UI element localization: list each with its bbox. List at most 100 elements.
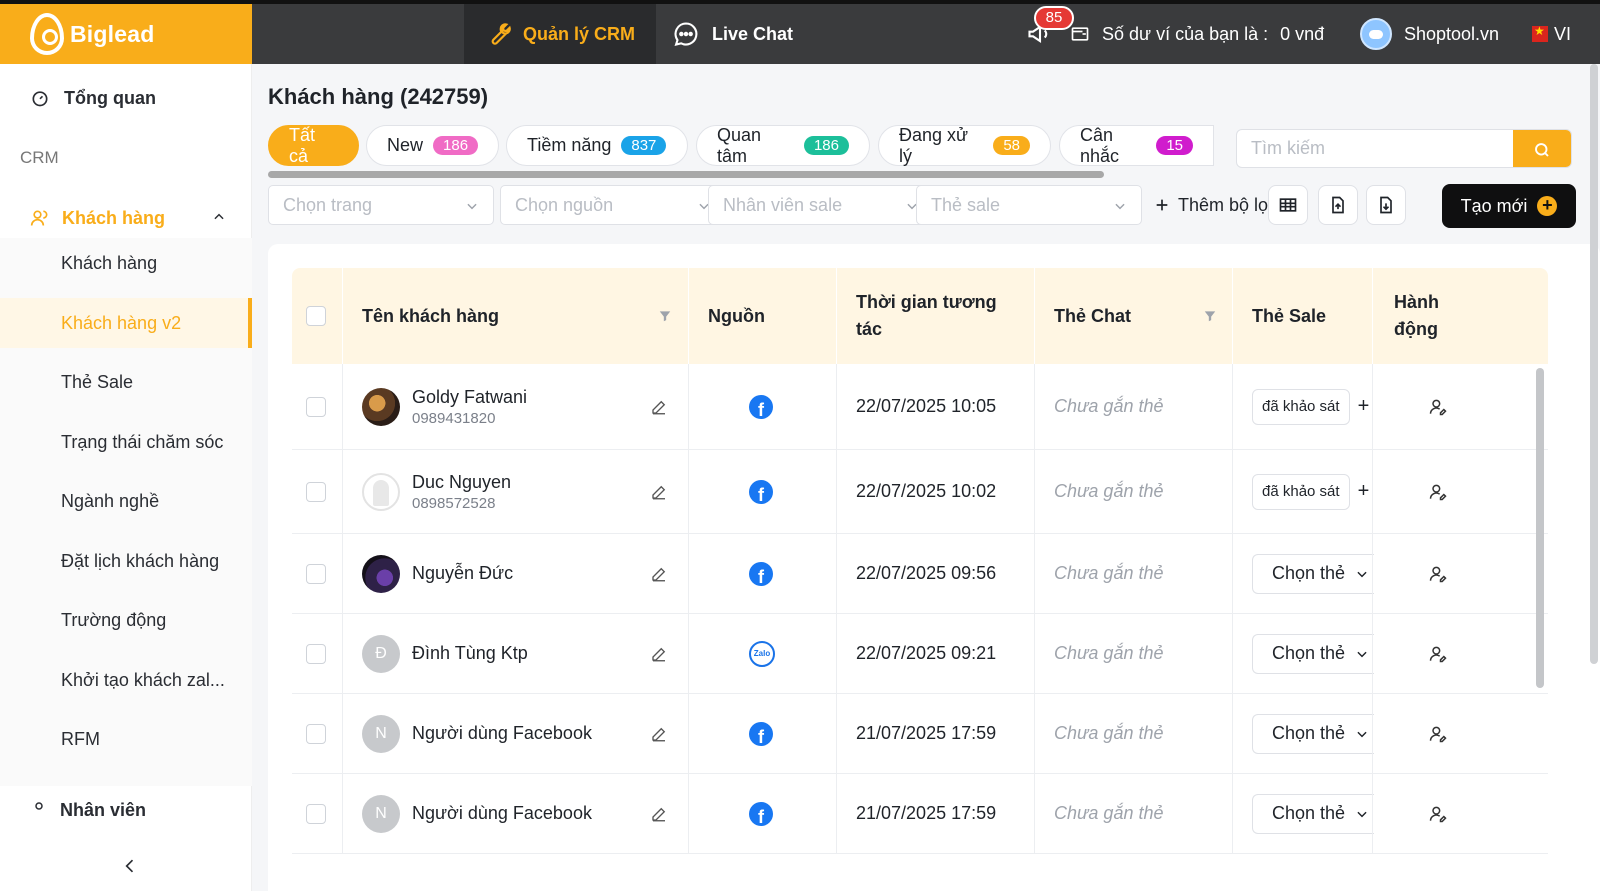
- facebook-icon: f: [749, 561, 773, 586]
- table-row[interactable]: N Người dùng Facebook f 21/07/2025 17:59 Chư…: [292, 774, 1548, 854]
- sidebar-item-truong-dong[interactable]: Trường động: [0, 595, 252, 645]
- sale-tag-dropdown[interactable]: Chọn thẻ: [1252, 793, 1374, 834]
- language-switcher[interactable]: VI: [1532, 4, 1571, 64]
- export-button[interactable]: [1366, 185, 1406, 225]
- sidebar-item-rfm[interactable]: RFM: [0, 714, 252, 764]
- sale-tag-dropdown[interactable]: Chọn thẻ: [1252, 713, 1374, 754]
- assign-user-icon[interactable]: [1428, 397, 1448, 417]
- tab-can-nhac[interactable]: Cân nhắc 15: [1059, 125, 1214, 166]
- header-interaction-time[interactable]: Thời gian tương tác: [856, 268, 1036, 364]
- sidebar-item-khach-hang[interactable]: Khách hàng: [0, 238, 252, 288]
- assign-user-icon[interactable]: [1428, 482, 1448, 502]
- row-checkbox[interactable]: [306, 723, 326, 744]
- sidebar-item-dat-lich[interactable]: Đặt lịch khách hàng: [0, 536, 252, 586]
- notification-badge: 85: [1034, 6, 1074, 30]
- header-name[interactable]: Tên khách hàng: [362, 268, 499, 364]
- sale-tag-value: Chọn thẻ: [1272, 643, 1346, 663]
- source-select[interactable]: Chọn nguồn: [500, 185, 726, 225]
- sale-tag-chip[interactable]: đã khảo sát: [1252, 388, 1350, 425]
- search-button[interactable]: [1513, 130, 1571, 167]
- assign-user-icon[interactable]: [1428, 644, 1448, 664]
- sidebar-item-nganh-nghe[interactable]: Ngành nghề: [0, 476, 252, 526]
- search-input[interactable]: [1237, 130, 1513, 167]
- sidebar-group-staff[interactable]: Nhân viên: [0, 792, 252, 818]
- row-checkbox[interactable]: [306, 803, 326, 824]
- sidebar-item-overview[interactable]: Tổng quan: [0, 78, 252, 118]
- edit-pencil-icon[interactable]: [650, 805, 668, 823]
- tab-crm[interactable]: Quản lý CRM: [464, 4, 656, 64]
- add-tag-icon[interactable]: +: [1358, 480, 1370, 503]
- tab-quan-tam[interactable]: Quan tâm 186: [696, 125, 870, 166]
- select-placeholder: Chọn trang: [283, 194, 373, 215]
- customer-name[interactable]: Duc Nguyen: [412, 472, 511, 493]
- edit-pencil-icon[interactable]: [650, 645, 668, 663]
- chevron-down-icon: [467, 203, 477, 210]
- facebook-icon-glyph: f: [758, 484, 764, 504]
- sidebar-item-khach-hang-v2[interactable]: Khách hàng v2: [0, 298, 252, 348]
- table-row[interactable]: Nguyễn Đức f 22/07/2025 09:56 Chưa gắn thẻ C…: [292, 534, 1548, 614]
- edit-pencil-icon[interactable]: [650, 398, 668, 416]
- tab-label: Tiềm năng: [527, 135, 612, 155]
- customer-name[interactable]: Người dùng Facebook: [412, 723, 592, 744]
- customer-name[interactable]: Người dùng Facebook: [412, 803, 592, 824]
- column-settings-button[interactable]: [1268, 185, 1308, 225]
- edit-pencil-icon[interactable]: [650, 483, 668, 501]
- page-select[interactable]: Chọn trang: [268, 185, 494, 225]
- edit-pencil-icon[interactable]: [650, 565, 668, 583]
- collapse-sidebar-icon[interactable]: [120, 856, 140, 876]
- sale-tag-chip[interactable]: đã khảo sát: [1252, 473, 1350, 510]
- facebook-icon-glyph: f: [758, 399, 764, 419]
- account-menu[interactable]: Shoptool.vn: [1360, 4, 1499, 64]
- sidebar-submenu: Khách hàng Khách hàng v2 Thẻ Sale Trạng …: [0, 238, 252, 786]
- interaction-time: 22/07/2025 10:05: [856, 396, 997, 416]
- select-all-checkbox[interactable]: [306, 306, 326, 326]
- facebook-icon-glyph: f: [758, 806, 764, 826]
- sidebar-item-the-sale[interactable]: Thẻ Sale: [0, 357, 252, 407]
- assign-user-icon[interactable]: [1428, 724, 1448, 744]
- filter-funnel-icon[interactable]: [658, 309, 672, 323]
- tab-all[interactable]: Tất cả: [268, 125, 359, 166]
- add-filter-button[interactable]: Thêm bộ lọc: [1154, 185, 1277, 225]
- add-tag-icon[interactable]: +: [1358, 395, 1370, 418]
- customers-card: Tên khách hàng Nguồn Thời gian tương tác …: [268, 244, 1600, 891]
- tab-count-badge: 58: [993, 136, 1030, 155]
- table-header: Tên khách hàng Nguồn Thời gian tương tác …: [292, 268, 1548, 364]
- assign-user-icon[interactable]: [1428, 804, 1448, 824]
- sidebar-item-khoi-tao-zalo[interactable]: Khởi tạo khách zal...: [0, 655, 252, 705]
- table-vertical-scrollbar[interactable]: [1536, 368, 1544, 688]
- table-row[interactable]: N Người dùng Facebook f 21/07/2025 17:59 Chư…: [292, 694, 1548, 774]
- tab-crm-label: Quản lý CRM: [522, 23, 635, 44]
- customer-name[interactable]: Nguyễn Đức: [412, 563, 513, 584]
- assign-user-icon[interactable]: [1428, 564, 1448, 584]
- sale-tag-dropdown[interactable]: Chọn thẻ: [1252, 633, 1374, 674]
- row-checkbox[interactable]: [306, 396, 326, 417]
- brand-logo[interactable]: Biglead: [0, 4, 252, 64]
- import-button[interactable]: [1318, 185, 1358, 225]
- filter-funnel-icon[interactable]: [1203, 309, 1217, 323]
- header-line: tác: [856, 319, 883, 339]
- tab-tiem-nang[interactable]: Tiềm năng 837: [506, 125, 688, 166]
- plus-circle-icon: +: [1537, 196, 1558, 216]
- page-vertical-scrollbar[interactable]: [1590, 64, 1598, 664]
- table-row[interactable]: Goldy Fatwani 0989431820 f 22/07/2025 10:05…: [292, 364, 1548, 450]
- tab-new[interactable]: New 186: [366, 125, 499, 166]
- sale-tag-select[interactable]: Thẻ sale: [916, 185, 1142, 225]
- sidebar-item-trang-thai[interactable]: Trạng thái chăm sóc: [0, 417, 252, 467]
- select-all-cell: [306, 268, 330, 364]
- sales-staff-select[interactable]: Nhân viên sale: [708, 185, 934, 225]
- tab-live-chat[interactable]: Live Chat: [672, 4, 793, 64]
- edit-pencil-icon[interactable]: [650, 725, 668, 743]
- table-row[interactable]: Duc Nguyen 0898572528 f 22/07/2025 10:02 Chư…: [292, 450, 1548, 534]
- row-checkbox[interactable]: [306, 563, 326, 584]
- tab-dang-xu-ly[interactable]: Đang xử lý 58: [878, 125, 1051, 166]
- table-row[interactable]: Đ Đình Tùng Ktp Zalo 22/07/2025 09:21 Chưa g…: [292, 614, 1548, 694]
- customer-name[interactable]: Đình Tùng Ktp: [412, 643, 528, 664]
- wallet-label: Số dư ví của bạn là :: [1102, 23, 1269, 44]
- tabs-horizontal-scrollbar[interactable]: [268, 171, 1104, 178]
- customer-name[interactable]: Goldy Fatwani: [412, 387, 527, 408]
- create-new-button[interactable]: Tạo mới +: [1442, 184, 1576, 228]
- header-action: Hành động: [1394, 268, 1439, 364]
- row-checkbox[interactable]: [306, 643, 326, 664]
- row-checkbox[interactable]: [306, 481, 326, 502]
- sale-tag-dropdown[interactable]: Chọn thẻ: [1252, 553, 1374, 594]
